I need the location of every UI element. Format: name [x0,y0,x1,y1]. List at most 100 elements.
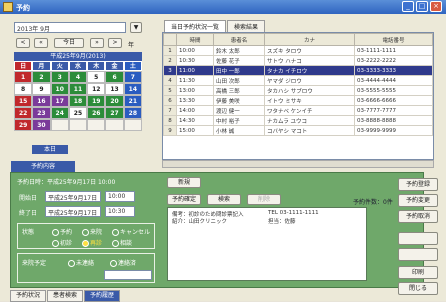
confirm-reservation-button[interactable]: 予約確定 [167,194,201,205]
cell-time: 10:00 [176,45,214,56]
today-button[interactable]: 今日 [54,38,84,48]
status-option-reserved[interactable]: 予約 [52,227,72,236]
calendar-day[interactable]: 13 [105,83,124,95]
reminder-option-done[interactable]: 連絡済 [110,258,136,267]
calendar-day[interactable]: 28 [123,107,142,119]
close-button[interactable]: × [430,1,442,12]
end-time-field[interactable]: 10:30 [105,206,135,217]
memo-area[interactable]: 備考：初診のため問診票記入 紹介：山田クリニック TEL 03-1111-111… [167,207,367,281]
calendar-day[interactable]: 9 [32,83,51,95]
table-row[interactable]: 9 15:00 小林 誠コバヤシ マコト 03-9999-9999 [163,125,433,136]
month-dropdown-button[interactable]: ▼ [130,22,142,33]
calendar-day[interactable]: 5 [87,71,106,83]
today-footer-button[interactable]: 本日 [32,145,68,154]
calendar-day[interactable]: 11 [68,83,88,95]
calendar-day[interactable]: 12 [87,83,106,95]
table-row[interactable]: 7 14:00 渡辺 健一 ワタナベ ケンイチ 03-7777-7777 [163,105,433,116]
cell-time: 14:30 [176,115,214,126]
table-row[interactable]: 1 10:00 鈴木 太郎 スズキ タロウ 03-1111-1111 [163,45,433,56]
window-title: 予約 [16,4,30,12]
maximize-button[interactable]: □ [416,1,428,12]
calendar-day[interactable]: 19 [87,95,106,107]
calendar-day[interactable]: 23 [32,107,51,119]
cell-kana: ワタナベ ケンイチ [263,105,355,116]
table-row-selected[interactable]: 3 11:00 田中 一郎 タナカ イチロウ 03-3333-3333 [163,65,433,76]
reminder-option-none[interactable]: 未連絡 [68,258,94,267]
calendar-day[interactable]: 10 [50,83,69,95]
cell-time: 11:30 [176,75,214,86]
new-button[interactable]: 新規 [167,177,201,188]
reminder-dropdown[interactable] [104,270,152,280]
print-button[interactable]: 印刷 [398,266,438,279]
table-row[interactable]: 6 13:30 伊藤 美咲 イトウ ミサキ 03-6666-6666 [163,95,433,106]
calendar-day-empty [105,119,124,131]
next-year-button[interactable]: » [90,38,104,48]
delete-button[interactable]: 削除 [247,194,281,205]
month-input[interactable]: 2013年 9月 [14,22,126,33]
grid-header-name[interactable]: 患者名 [212,33,265,46]
calendar-day[interactable]: 2 [32,71,51,83]
calendar-day[interactable]: 7 [123,71,142,83]
table-row[interactable]: 5 13:00 高橋 三郎 タカハシ サブロウ 03-5555-5555 [163,85,433,96]
calendar-day[interactable]: 22 [14,107,33,119]
calendar-day[interactable]: 30 [32,119,51,131]
calendar-day[interactable]: 21 [123,95,142,107]
calendar-week: 29 30 [14,119,142,131]
calendar-day[interactable]: 14 [123,83,142,95]
calendar-day[interactable]: 20 [105,95,124,107]
table-row[interactable]: 8 14:30 中村 裕子 ナカムラ ユウコ 03-8888-8888 [163,115,433,126]
grid-header-phone[interactable]: 電話番号 [353,33,433,46]
calendar-day[interactable]: 24 [50,107,69,119]
calendar-day[interactable]: 3 [50,71,69,83]
reminder-label: 来院予定 [22,260,47,267]
tab-daily-list[interactable]: 当日予約状況一覧 [164,20,227,32]
exit-button[interactable]: 閉じる [398,282,438,295]
cell-phone: 03-6666-6666 [353,95,433,106]
end-date-field[interactable]: 平成25年9月17日 [45,206,101,217]
calendar-day[interactable]: 1 [14,71,33,83]
disabled-button[interactable] [398,248,438,261]
table-row[interactable]: 2 10:30 佐藤 花子 サトウ ハナコ 03-2222-2222 [163,55,433,66]
table-row[interactable]: 4 11:30 山田 次郎 ヤマダ ジロウ 03-4444-4444 [163,75,433,86]
reservation-grid: 時間 患者名 カナ 電話番号 1 10:00 鈴木 太郎 スズキ タロウ 03-1111… [162,32,434,160]
calendar-day[interactable]: 29 [14,119,33,131]
next-month-button[interactable]: > [108,38,122,48]
calendar-day[interactable]: 8 [14,83,33,95]
status-groupbox: 状態 予約 来院 キャンセル 初診 再診 相談 [17,223,155,249]
calendar-day-empty [68,119,88,131]
calendar-day[interactable]: 6 [105,71,124,83]
disabled-button[interactable] [398,232,438,245]
grid-horizontal-scrollbar[interactable] [162,160,434,168]
cell-name: 伊藤 美咲 [212,95,265,106]
prev-month-button[interactable]: < [16,38,30,48]
search-button[interactable]: 検索 [207,194,241,205]
grid-header-kana[interactable]: カナ [263,33,355,46]
calendar-day-selected[interactable]: 17 [50,95,69,107]
status-option-cancel[interactable]: キャンセル [112,227,150,236]
visit-option-return[interactable]: 再診 [82,238,102,247]
calendar-day[interactable]: 25 [68,107,88,119]
visit-option-consult[interactable]: 相談 [112,238,132,247]
tab-search-results[interactable]: 検索結果 [227,20,266,32]
calendar-day[interactable]: 27 [105,107,124,119]
register-reservation-button[interactable]: 予約登録 [398,178,438,191]
status-option-visited[interactable]: 来院 [82,227,102,236]
tab-reservation-status[interactable]: 予約状況 [10,290,47,302]
tab-reservation-history[interactable]: 予約履歴 [84,290,121,302]
prev-year-button[interactable]: « [34,38,48,48]
calendar-day[interactable]: 18 [68,95,88,107]
tab-patient-search[interactable]: 患者検索 [47,290,84,302]
calendar-day[interactable]: 15 [14,95,33,107]
calendar-day[interactable]: 4 [68,71,88,83]
visit-option-first[interactable]: 初診 [52,238,72,247]
calendar-day[interactable]: 26 [87,107,106,119]
calendar-day[interactable]: 16 [32,95,51,107]
change-reservation-button[interactable]: 予約変更 [398,194,438,207]
grid-header-time[interactable]: 時間 [176,33,214,46]
cancel-reservation-button[interactable]: 予約取消 [398,210,438,223]
start-date-field[interactable]: 平成25年9月17日 [45,191,101,202]
weekday-tue: 火 [50,61,69,71]
calendar-week: 1 2 3 4 5 6 7 [14,71,142,83]
minimize-button[interactable]: _ [402,1,414,12]
start-time-field[interactable]: 10:00 [105,191,135,202]
